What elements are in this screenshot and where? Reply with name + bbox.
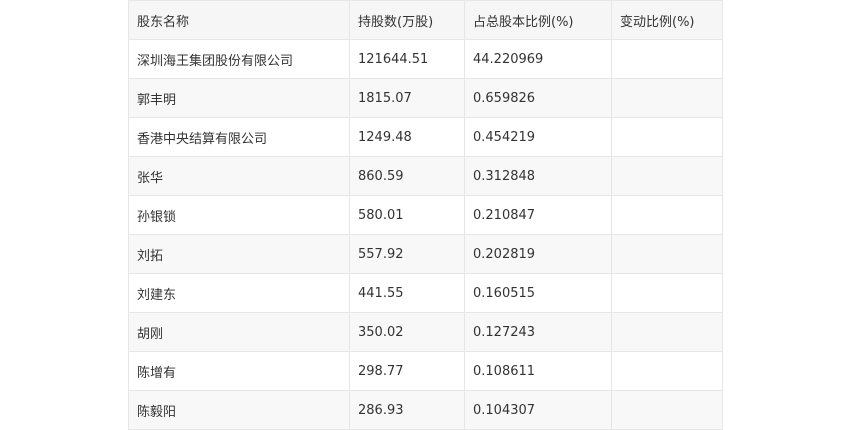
shareholder-name: 孙银锁 bbox=[128, 195, 350, 235]
change-ratio bbox=[611, 195, 723, 235]
shareholder-table: 股东名称 持股数(万股) 占总股本比例(%) 变动比例(%) 深圳海王集团股份有… bbox=[128, 0, 723, 430]
change-ratio bbox=[611, 78, 723, 118]
table-row: 香港中央结算有限公司 1249.48 0.454219 bbox=[128, 117, 723, 157]
share-ratio: 0.210847 bbox=[464, 195, 612, 235]
shares-held: 350.02 bbox=[349, 312, 465, 352]
shares-held: 580.01 bbox=[349, 195, 465, 235]
header-shares-held: 持股数(万股) bbox=[349, 0, 465, 40]
share-ratio: 0.312848 bbox=[464, 156, 612, 196]
shares-held: 557.92 bbox=[349, 234, 465, 274]
table-header-row: 股东名称 持股数(万股) 占总股本比例(%) 变动比例(%) bbox=[128, 0, 723, 40]
shareholder-name: 刘建东 bbox=[128, 273, 350, 313]
shares-held: 1249.48 bbox=[349, 117, 465, 157]
shares-held: 298.77 bbox=[349, 351, 465, 391]
share-ratio: 0.108611 bbox=[464, 351, 612, 391]
header-shareholder-name: 股东名称 bbox=[128, 0, 350, 40]
table-row: 陈毅阳 286.93 0.104307 bbox=[128, 390, 723, 430]
share-ratio: 0.127243 bbox=[464, 312, 612, 352]
shareholder-name: 陈毅阳 bbox=[128, 390, 350, 430]
share-ratio: 0.160515 bbox=[464, 273, 612, 313]
table-row: 郭丰明 1815.07 0.659826 bbox=[128, 78, 723, 118]
change-ratio bbox=[611, 117, 723, 157]
change-ratio bbox=[611, 234, 723, 274]
shares-held: 1815.07 bbox=[349, 78, 465, 118]
shareholder-table-container: 股东名称 持股数(万股) 占总股本比例(%) 变动比例(%) 深圳海王集团股份有… bbox=[128, 0, 723, 430]
shareholder-name: 深圳海王集团股份有限公司 bbox=[128, 39, 350, 79]
change-ratio bbox=[611, 39, 723, 79]
shareholder-name: 胡刚 bbox=[128, 312, 350, 352]
header-change-ratio: 变动比例(%) bbox=[611, 0, 723, 40]
share-ratio: 44.220969 bbox=[464, 39, 612, 79]
shares-held: 860.59 bbox=[349, 156, 465, 196]
change-ratio bbox=[611, 273, 723, 313]
shares-held: 441.55 bbox=[349, 273, 465, 313]
shares-held: 121644.51 bbox=[349, 39, 465, 79]
table-row: 张华 860.59 0.312848 bbox=[128, 156, 723, 196]
shareholder-name: 郭丰明 bbox=[128, 78, 350, 118]
change-ratio bbox=[611, 312, 723, 352]
table-row: 深圳海王集团股份有限公司 121644.51 44.220969 bbox=[128, 39, 723, 79]
shareholder-name: 香港中央结算有限公司 bbox=[128, 117, 350, 157]
share-ratio: 0.202819 bbox=[464, 234, 612, 274]
shareholder-name: 张华 bbox=[128, 156, 350, 196]
header-share-ratio: 占总股本比例(%) bbox=[464, 0, 612, 40]
table-row: 胡刚 350.02 0.127243 bbox=[128, 312, 723, 352]
shareholder-name: 刘拓 bbox=[128, 234, 350, 274]
change-ratio bbox=[611, 156, 723, 196]
share-ratio: 0.454219 bbox=[464, 117, 612, 157]
share-ratio: 0.659826 bbox=[464, 78, 612, 118]
table-row: 陈增有 298.77 0.108611 bbox=[128, 351, 723, 391]
shareholder-name: 陈增有 bbox=[128, 351, 350, 391]
share-ratio: 0.104307 bbox=[464, 390, 612, 430]
shares-held: 286.93 bbox=[349, 390, 465, 430]
change-ratio bbox=[611, 351, 723, 391]
table-row: 刘建东 441.55 0.160515 bbox=[128, 273, 723, 313]
table-row: 刘拓 557.92 0.202819 bbox=[128, 234, 723, 274]
change-ratio bbox=[611, 390, 723, 430]
table-row: 孙银锁 580.01 0.210847 bbox=[128, 195, 723, 235]
